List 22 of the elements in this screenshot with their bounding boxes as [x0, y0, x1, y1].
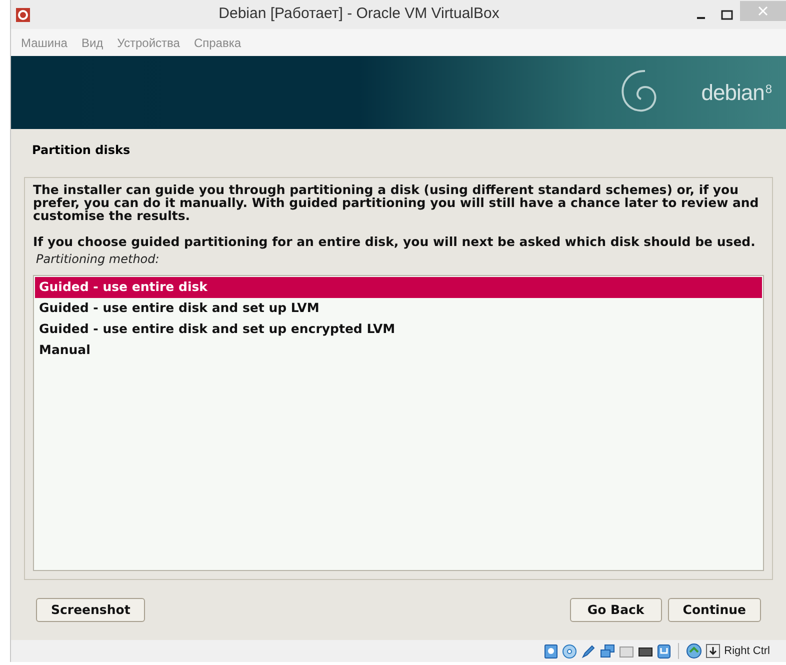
maximize-icon	[721, 10, 733, 20]
list-option[interactable]: Guided - use entire disk and set up encrypted LVM	[35, 319, 762, 340]
step-title: Partition disks	[32, 142, 132, 159]
host-key-label: Right Ctrl	[724, 644, 770, 659]
version-number: 8	[765, 80, 772, 98]
close-icon	[758, 6, 768, 16]
action-button[interactable]: Screenshot	[36, 598, 146, 622]
list-option[interactable]: Manual	[35, 340, 762, 361]
list-option[interactable]: Guided - use entire disk and set up LVM	[35, 298, 762, 319]
prompt-label: Partitioning method:	[36, 251, 160, 268]
window-title: Debian [Работает] - Oracle VM VirtualBox	[218, 4, 500, 24]
list-option[interactable]: Guided - use entire disk	[35, 277, 762, 298]
minimize-icon	[697, 16, 705, 18]
action-button[interactable]: Continue	[668, 598, 761, 622]
action-button[interactable]: Go Back	[570, 598, 662, 622]
instruction-text: The installer can guide you through partitioning a disk (using different standard schemes) or, if you prefer, you can do it manually. With guided partitioning you will still have a chance later to review and customise the results.	[33, 183, 760, 222]
usb-icon	[657, 644, 672, 658]
app-icon	[16, 8, 30, 22]
debian-logo: debian	[701, 79, 764, 107]
pen-icon	[581, 644, 596, 658]
disc-icon	[562, 644, 578, 658]
instruction-text: If you choose guided partitioning for an entire disk, you will next be asked which disk should be used.	[33, 235, 756, 248]
